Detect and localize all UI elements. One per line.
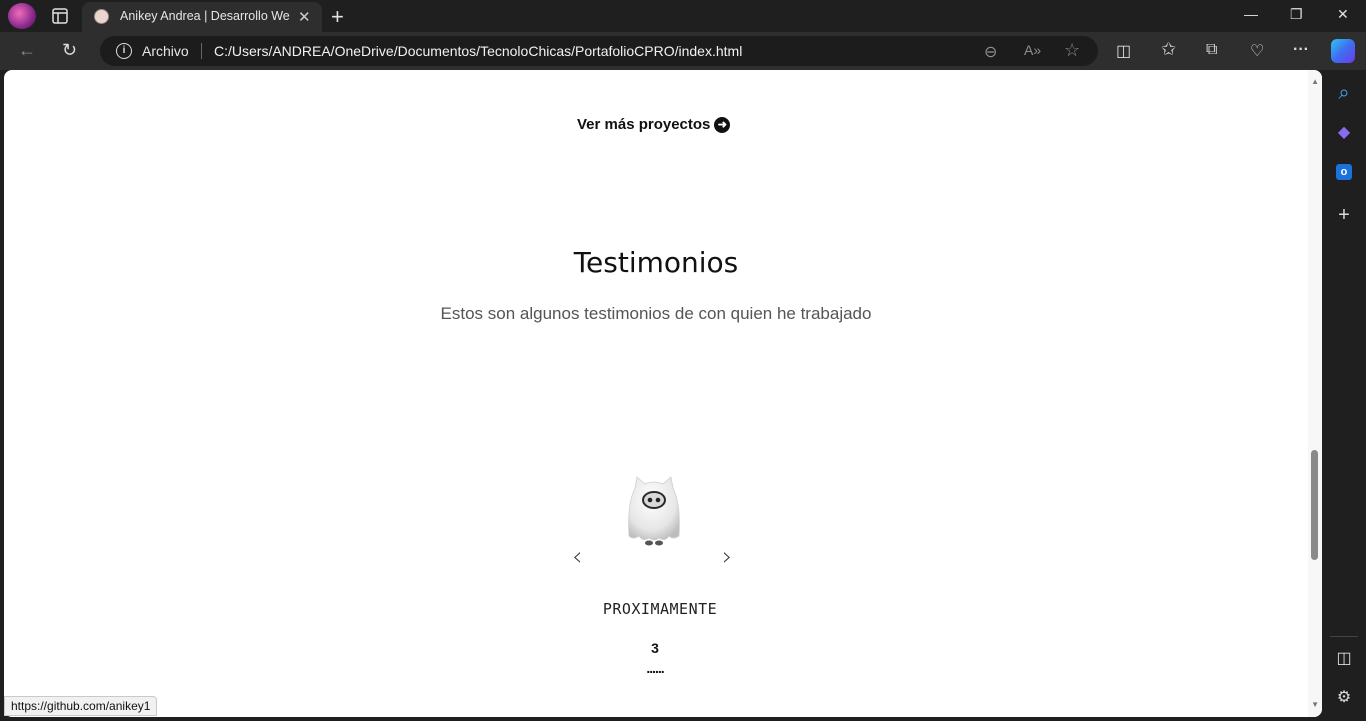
ghost-avatar-image (628, 476, 680, 546)
new-tab-button[interactable]: + (331, 4, 344, 30)
tab-close-icon[interactable]: ✕ (298, 8, 311, 26)
scrollbar-thumb[interactable] (1311, 450, 1318, 560)
testimonial-number: 3 (651, 640, 659, 656)
profile-avatar[interactable] (8, 3, 36, 29)
zoom-icon[interactable]: ⊖ (984, 42, 997, 62)
minimize-button[interactable]: — (1244, 6, 1258, 22)
copilot-sidebar-icon[interactable]: ◆ (1322, 122, 1366, 142)
testimonios-heading: Testimonios (573, 246, 739, 279)
browser-tab[interactable]: Anikey Andrea | Desarrollo Web I ✕ (82, 2, 322, 32)
toolbar: ← ↻ i Archivo C:/Users/ANDREA/OneDrive/D… (0, 32, 1366, 70)
back-button[interactable]: ← (18, 40, 36, 61)
site-info-label[interactable]: Archivo (142, 43, 189, 59)
status-url: https://github.com/anikey1 (4, 696, 158, 716)
testimonial-name: PROXIMAMENTE (602, 600, 718, 618)
settings-gear-icon[interactable]: ⚙ (1322, 687, 1366, 707)
sidebar-divider (1330, 636, 1358, 637)
ver-mas-label: Ver más proyectos (577, 116, 711, 133)
search-icon[interactable]: ⌕ (1322, 82, 1366, 105)
read-aloud-icon[interactable]: A» (1024, 42, 1041, 58)
close-window-button[interactable]: ✕ (1337, 6, 1349, 23)
url-text[interactable]: C:/Users/ANDREA/OneDrive/Documentos/Tecn… (214, 43, 742, 59)
tab-favicon (94, 9, 109, 24)
arrow-right-icon: ➜ (714, 117, 731, 133)
tab-title: Anikey Andrea | Desarrollo Web I (120, 9, 290, 23)
web-page: Ver más proyectos ➜ Testimonios Estos son… (4, 70, 1322, 717)
scroll-up-icon[interactable]: ▲ (1311, 77, 1319, 86)
add-sidebar-app-icon[interactable]: + (1322, 204, 1366, 227)
favorites-icon[interactable]: ✩ (1161, 39, 1176, 60)
split-screen-icon[interactable]: ◫ (1116, 41, 1131, 61)
carousel-prev-button[interactable]: ‹ (572, 542, 582, 572)
scrollbar[interactable]: ▲ ▼ (1308, 70, 1322, 717)
scroll-down-icon[interactable]: ▼ (1311, 700, 1319, 709)
ver-mas-proyectos-link[interactable]: Ver más proyectos ➜ (577, 116, 731, 133)
site-info-icon[interactable]: i (116, 43, 132, 59)
restore-button[interactable]: ❐ (1290, 6, 1303, 23)
hide-sidebar-icon[interactable]: ◫ (1322, 648, 1366, 668)
more-options-icon[interactable]: ··· (1293, 41, 1309, 59)
testimonial-dots: ...... (646, 660, 664, 676)
outlook-icon[interactable]: o (1322, 162, 1366, 180)
browser-essentials-icon[interactable]: ♡ (1250, 41, 1264, 61)
edge-sidebar: ⌕ ◆ o + ◫ ⚙ (1322, 70, 1366, 721)
address-bar[interactable]: i Archivo C:/Users/ANDREA/OneDrive/Docum… (100, 36, 1098, 66)
title-bar: Anikey Andrea | Desarrollo Web I ✕ + — ❐… (0, 0, 1366, 32)
tab-actions-icon[interactable] (50, 6, 70, 26)
carousel-next-button[interactable]: › (722, 542, 732, 572)
reload-button[interactable]: ↻ (62, 40, 77, 61)
collections-icon[interactable]: ⧉ (1206, 41, 1217, 59)
address-separator (201, 43, 202, 59)
copilot-icon[interactable] (1331, 39, 1355, 63)
favorite-icon[interactable]: ☆ (1064, 40, 1080, 61)
testimonios-subtitle: Estos son algunos testimonios de con qui… (440, 304, 872, 323)
